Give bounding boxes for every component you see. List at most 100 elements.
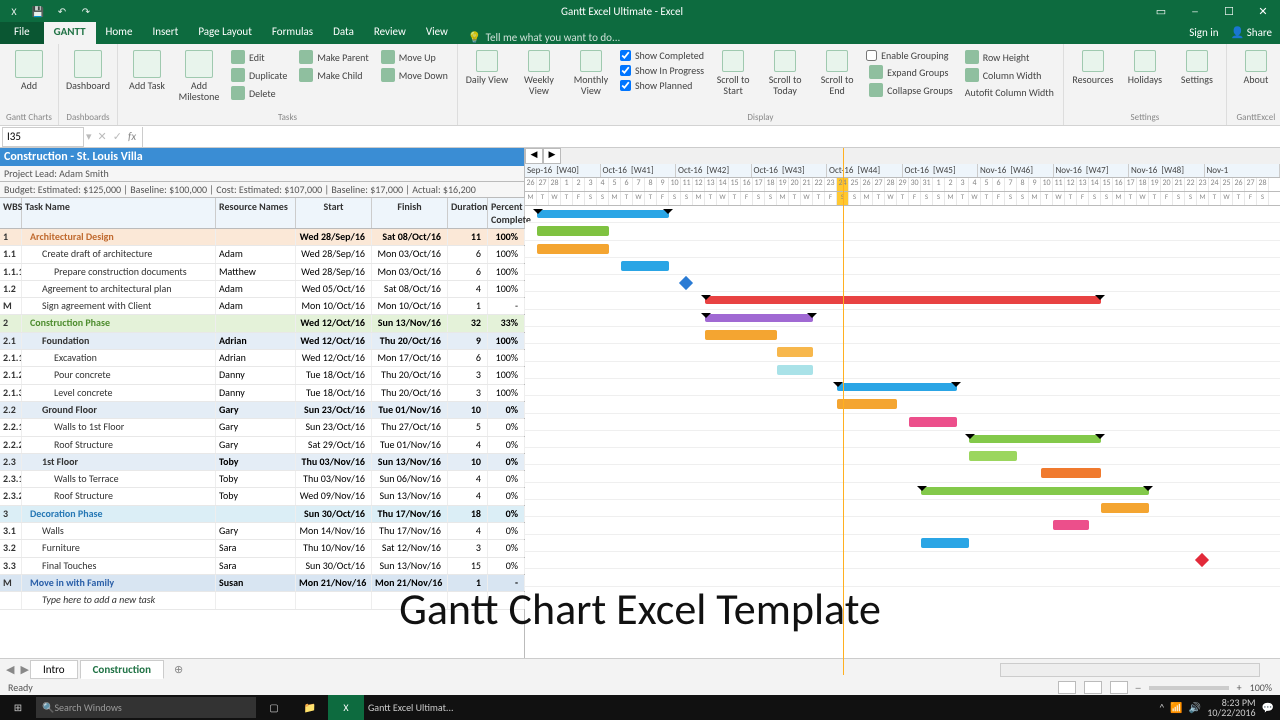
tell-me[interactable]: 💡 Tell me what you want to do... — [468, 31, 620, 44]
normal-view-icon[interactable] — [1058, 681, 1076, 694]
excel-icon[interactable]: X — [2, 0, 26, 22]
table-row[interactable]: 3Decoration PhaseSun 30/Oct/16Thu 17/Nov… — [0, 506, 524, 523]
holidays-button[interactable]: Holidays — [1122, 46, 1168, 85]
gantt-bar[interactable] — [705, 296, 1101, 304]
sheet-nav-prev-icon[interactable]: ◀ — [6, 663, 14, 676]
add-task-button[interactable]: Add Task — [124, 46, 170, 91]
add-sheet-button[interactable]: ⊕ — [166, 661, 191, 678]
enable-grouping-check[interactable]: Enable Grouping — [866, 49, 956, 62]
windows-search[interactable]: 🔍 Search Windows — [36, 697, 256, 718]
table-row[interactable]: 2.2.2Roof StructureGarySat 29/Oct/16Tue … — [0, 437, 524, 454]
sheet-nav-next-icon[interactable]: ▶ — [20, 663, 28, 676]
autofit-column-button[interactable]: Autofit Column Width — [962, 85, 1057, 100]
row-height-button[interactable]: Row Height — [962, 49, 1057, 65]
table-row[interactable]: 3.2FurnitureSaraThu 10/Nov/16Sat 12/Nov/… — [0, 540, 524, 557]
table-row[interactable]: 2.3.2Roof StructureTobyWed 09/Nov/16Sun … — [0, 488, 524, 505]
taskbar-app-label[interactable]: Gantt Excel Ultimat... — [364, 701, 454, 714]
table-row[interactable]: 2.1.2Pour concreteDannyTue 18/Oct/16Thu … — [0, 367, 524, 384]
gantt-bar[interactable] — [705, 330, 777, 340]
table-row[interactable]: MSign agreement with ClientAdamMon 10/Oc… — [0, 298, 524, 315]
table-row[interactable]: 1.1Create draft of architectureAdamWed 2… — [0, 246, 524, 263]
tray-volume-icon[interactable]: 🔊 — [1189, 701, 1201, 714]
show-completed-check[interactable]: Show Completed — [620, 49, 704, 62]
milestone-marker[interactable] — [679, 276, 693, 290]
gantt-bar[interactable] — [537, 226, 609, 236]
gantt-bar[interactable] — [777, 365, 813, 375]
gantt-bar[interactable] — [837, 399, 897, 409]
dashboard-button[interactable]: Dashboard — [65, 46, 111, 91]
table-row[interactable]: 1.1.1Prepare construction documentsMatth… — [0, 264, 524, 281]
page-break-view-icon[interactable] — [1110, 681, 1128, 694]
share-button[interactable]: 👤 Share — [1231, 26, 1272, 39]
task-view-icon[interactable]: ▢ — [256, 695, 292, 720]
collapse-groups-button[interactable]: Collapse Groups — [866, 82, 956, 98]
make-child-button[interactable]: Make Child — [296, 67, 371, 83]
gantt-bar[interactable] — [921, 487, 1149, 495]
gantt-bar[interactable] — [909, 417, 957, 427]
page-layout-view-icon[interactable] — [1084, 681, 1102, 694]
sheet-intro[interactable]: Intro — [30, 660, 78, 679]
table-row[interactable]: 1Architectural DesignWed 28/Sep/16Sat 08… — [0, 229, 524, 246]
tab-data[interactable]: Data — [323, 22, 364, 44]
zoom-level[interactable]: 100% — [1250, 681, 1272, 694]
gantt-bar[interactable] — [537, 244, 609, 254]
tray-chevron-icon[interactable]: ^ — [1159, 701, 1164, 714]
add-milestone-button[interactable]: Add Milestone — [176, 46, 222, 102]
gantt-bar[interactable] — [921, 538, 969, 548]
settings-button[interactable]: Settings — [1174, 46, 1220, 85]
tab-review[interactable]: Review — [364, 22, 416, 44]
table-row[interactable]: Type here to add a new task — [0, 592, 524, 609]
tab-home[interactable]: Home — [96, 22, 143, 44]
scroll-start-button[interactable]: Scroll to Start — [710, 46, 756, 96]
gantt-bar[interactable] — [837, 383, 957, 391]
table-row[interactable]: 2.2Ground FloorGarySun 23/Oct/16Tue 01/N… — [0, 402, 524, 419]
expand-groups-button[interactable]: Expand Groups — [866, 64, 956, 80]
daily-view-button[interactable]: Daily View — [464, 46, 510, 85]
tab-view[interactable]: View — [416, 22, 458, 44]
duplicate-button[interactable]: Duplicate — [228, 67, 290, 83]
scroll-end-button[interactable]: Scroll to End — [814, 46, 860, 96]
zoom-slider[interactable] — [1149, 686, 1229, 690]
horizontal-scrollbar[interactable] — [1000, 663, 1260, 677]
ribbon-options-icon[interactable]: ▭ — [1144, 0, 1178, 22]
start-button[interactable]: ⊞ — [0, 701, 36, 714]
table-row[interactable]: 2.1FoundationAdrianWed 12/Oct/16Thu 20/O… — [0, 333, 524, 350]
table-row[interactable]: MMove in with FamilySusanMon 21/Nov/16Mo… — [0, 575, 524, 592]
taskbar-clock[interactable]: 8:23 PM10/22/2016 — [1207, 698, 1255, 718]
maximize-icon[interactable]: ☐ — [1212, 0, 1246, 22]
table-row[interactable]: 3.3Final TouchesSaraSun 30/Oct/16Sun 13/… — [0, 558, 524, 575]
edit-button[interactable]: Edit — [228, 49, 290, 65]
timeline-next-button[interactable]: ▶ — [543, 148, 561, 164]
notifications-icon[interactable]: 💬 — [1262, 701, 1274, 714]
minimize-icon[interactable]: ─ — [1178, 0, 1212, 22]
column-width-button[interactable]: Column Width — [962, 67, 1057, 83]
gantt-bar[interactable] — [1041, 468, 1101, 478]
tab-insert[interactable]: Insert — [142, 22, 188, 44]
table-row[interactable]: 2.1.1ExcavationAdrianWed 12/Oct/16Mon 17… — [0, 350, 524, 367]
redo-icon[interactable]: ↷ — [74, 0, 98, 22]
name-box[interactable]: I35 — [2, 127, 84, 147]
gantt-bar[interactable] — [777, 347, 813, 357]
gantt-bar[interactable] — [1101, 503, 1149, 513]
file-explorer-icon[interactable]: 📁 — [292, 695, 328, 720]
show-planned-check[interactable]: Show Planned — [620, 79, 704, 92]
tray-network-icon[interactable]: 📶 — [1170, 701, 1182, 714]
resources-button[interactable]: Resources — [1070, 46, 1116, 85]
table-row[interactable]: 2.3.1Walls to TerraceTobyThu 03/Nov/16Su… — [0, 471, 524, 488]
undo-icon[interactable]: ↶ — [50, 0, 74, 22]
tab-formulas[interactable]: Formulas — [262, 22, 323, 44]
show-in-progress-check[interactable]: Show In Progress — [620, 64, 704, 77]
excel-taskbar-icon[interactable]: X — [328, 695, 364, 720]
table-row[interactable]: 2.2.1Walls to 1st FloorGarySun 23/Oct/16… — [0, 419, 524, 436]
table-row[interactable]: 1.2Agreement to architectural planAdamWe… — [0, 281, 524, 298]
sign-in-link[interactable]: Sign in — [1189, 26, 1218, 39]
move-up-button[interactable]: Move Up — [378, 49, 451, 65]
gantt-bar[interactable] — [969, 451, 1017, 461]
tab-file[interactable]: File — [0, 22, 44, 44]
delete-button[interactable]: Delete — [228, 85, 290, 101]
milestone-marker[interactable] — [1195, 553, 1209, 567]
monthly-view-button[interactable]: Monthly View — [568, 46, 614, 96]
fx-icon[interactable]: fx — [122, 130, 142, 143]
table-row[interactable]: 2.31st FloorTobyThu 03/Nov/16Sun 13/Nov/… — [0, 454, 524, 471]
move-down-button[interactable]: Move Down — [378, 67, 451, 83]
